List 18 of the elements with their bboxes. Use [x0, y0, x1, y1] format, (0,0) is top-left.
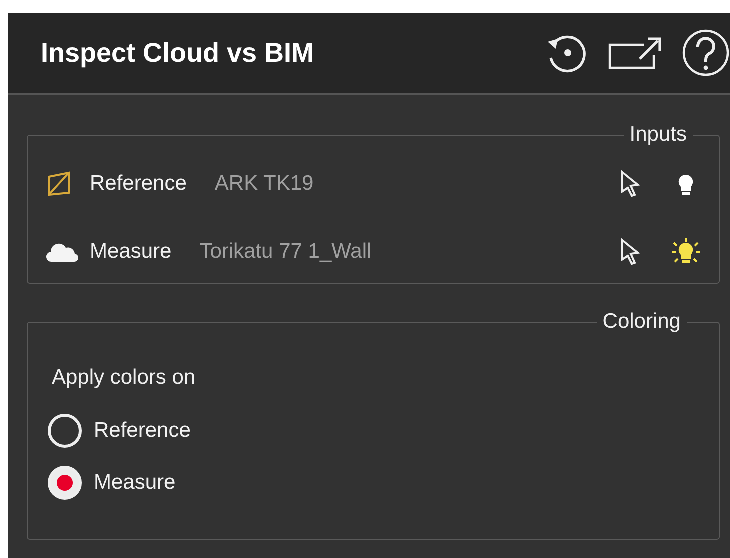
input-value: ARK TK19 — [214, 172, 315, 196]
pointer-icon[interactable] — [619, 238, 641, 266]
pointer-icon[interactable] — [619, 170, 641, 198]
radio-label[interactable]: Measure — [94, 471, 176, 495]
radio-button[interactable] — [48, 414, 82, 448]
input-label: Reference — [90, 172, 187, 196]
radio-label[interactable]: Reference — [94, 419, 191, 443]
option-label: Apply colors on — [52, 366, 197, 390]
popout-icon[interactable] — [608, 35, 664, 71]
radio-button[interactable] — [48, 466, 82, 500]
group-legend: Coloring — [596, 310, 687, 334]
input-label: Measure — [90, 240, 172, 264]
panel-title: Inspect Cloud vs BIM — [41, 38, 316, 68]
group-legend: Inputs — [624, 123, 693, 147]
cloud-icon — [46, 241, 80, 263]
input-value: Torikatu 77 1_Wall — [200, 240, 373, 264]
plane-icon — [46, 171, 72, 197]
help-icon[interactable] — [682, 29, 730, 77]
